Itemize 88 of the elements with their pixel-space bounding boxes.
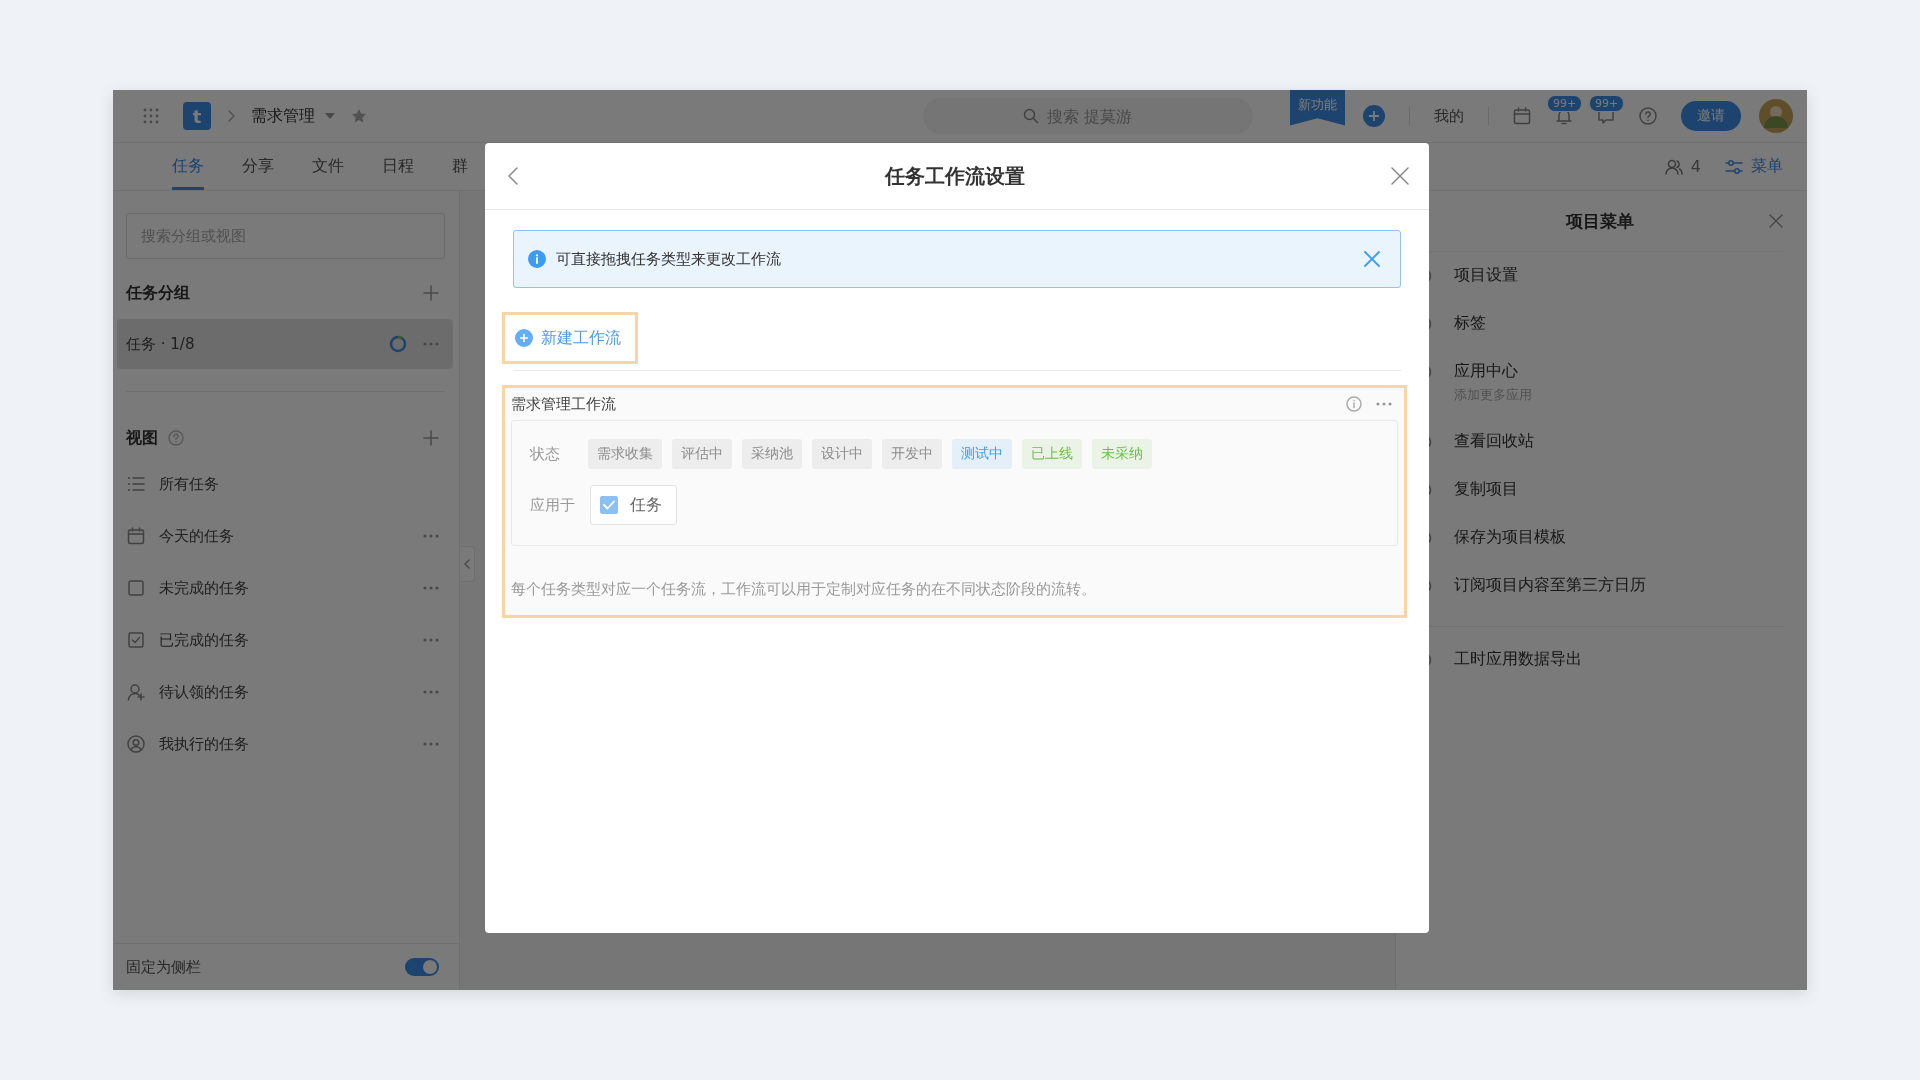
field-label: 状态 [530,444,561,464]
section-title: 视图 [126,427,158,449]
view-item[interactable]: 今天的任务 [113,510,459,562]
menu-item-label: 应用中心 [1454,361,1519,382]
app-logo[interactable]: t [183,102,211,130]
close-icon[interactable] [1364,251,1380,267]
tab[interactable]: 任务 [172,143,204,190]
new-workflow-button[interactable]: 新建工作流 [509,319,631,357]
people-icon [1664,158,1683,175]
chevron-right-icon [227,110,235,122]
view-item[interactable]: 我执行的任务 [113,718,459,770]
status-tag: 已上线 [1022,439,1082,469]
view-item[interactable]: 所有任务 [113,458,459,510]
add-icon[interactable] [423,285,439,301]
project-switcher[interactable]: 需求管理 [251,105,335,127]
menu-item-label: 项目设置 [1454,265,1518,286]
menu-item-label: 复制项目 [1454,479,1518,500]
close-icon[interactable] [1391,167,1409,185]
workflow-description: 每个任务类型对应一个任务流，工作流可以用于定制对应任务的在不同状态阶段的流转。 [511,580,1097,599]
help-icon[interactable] [1639,107,1657,125]
view-item[interactable]: 已完成的任务 [113,614,459,666]
add-icon[interactable] [423,430,439,446]
status-tag: 测试中 [952,439,1012,469]
sliders-icon [1725,158,1743,175]
checkbox-icon [127,579,145,597]
count-badge: 99+ [1589,95,1625,112]
pin-label: 固定为侧栏 [126,957,201,977]
workflow-name: 需求管理工作流 [511,394,616,414]
apps-grid-icon[interactable] [143,108,159,124]
user-circle-icon [127,735,145,753]
calendar-icon [127,527,145,545]
checkmark-icon [603,500,615,510]
status-tag: 采纳池 [742,439,802,469]
checked-box-icon [127,631,145,649]
my-link[interactable]: 我的 [1434,106,1464,126]
menu-button[interactable]: 菜单 [1725,156,1783,177]
chevron-left-icon [464,559,470,569]
status-tag: 开发中 [882,439,942,469]
toggle-switch[interactable] [405,958,439,976]
view-item[interactable]: 待认领的任务 [113,666,459,718]
menu-item-label: 工时应用数据导出 [1454,649,1582,670]
panel-title: 项目菜单 [1565,209,1634,233]
add-circle-icon[interactable] [1363,105,1385,127]
more-icon[interactable] [423,742,439,746]
close-icon[interactable] [1769,214,1783,228]
status-tag: 评估中 [672,439,732,469]
banner-text: 可直接拖拽任务类型来更改工作流 [556,249,782,269]
caret-down-icon [325,113,335,119]
progress-ring-icon [389,335,407,353]
more-icon[interactable] [1376,402,1392,406]
back-icon[interactable] [507,167,519,185]
task-group-item[interactable]: 任务 · 1/8 [117,319,453,369]
person-add-icon [127,683,145,701]
status-tag: 需求收集 [588,439,662,469]
more-icon[interactable] [423,638,439,642]
status-tag: 设计中 [812,439,872,469]
field-label: 应用于 [530,495,576,515]
tab[interactable]: 文件 [312,143,344,190]
avatar-icon[interactable] [1759,99,1793,133]
list-icon [127,475,145,493]
count-badge: 99+ [1547,95,1583,112]
add-circle-icon [515,329,533,347]
view-item[interactable]: 未完成的任务 [113,562,459,614]
menu-item-label: 订阅项目内容至第三方日历 [1454,575,1646,596]
star-icon[interactable] [351,108,367,124]
search-icon [1023,108,1039,124]
calendar-icon[interactable] [1513,107,1531,125]
info-icon [528,250,546,268]
dialog-title: 任务工作流设置 [885,162,1025,190]
task-type-checkbox[interactable]: 任务 [590,485,677,525]
status-tag: 未采纳 [1092,439,1152,469]
more-icon[interactable] [423,690,439,694]
members-button[interactable]: 4 [1664,157,1701,176]
tab[interactable]: 群 [452,143,468,190]
invite-button[interactable]: 邀请 [1681,101,1741,131]
more-icon[interactable] [423,342,439,346]
section-title: 任务分组 [126,282,190,304]
help-icon [168,430,184,446]
collapse-handle[interactable] [460,546,475,582]
tab[interactable]: 分享 [242,143,274,190]
menu-item-label: 查看回收站 [1454,431,1534,452]
menu-item-label: 标签 [1454,313,1486,334]
new-feature-badge[interactable]: 新功能 [1290,89,1345,126]
menu-item-label: 保存为项目模板 [1454,527,1566,548]
more-icon[interactable] [423,534,439,538]
info-icon[interactable] [1346,396,1362,412]
more-icon[interactable] [423,586,439,590]
tab[interactable]: 日程 [382,143,414,190]
